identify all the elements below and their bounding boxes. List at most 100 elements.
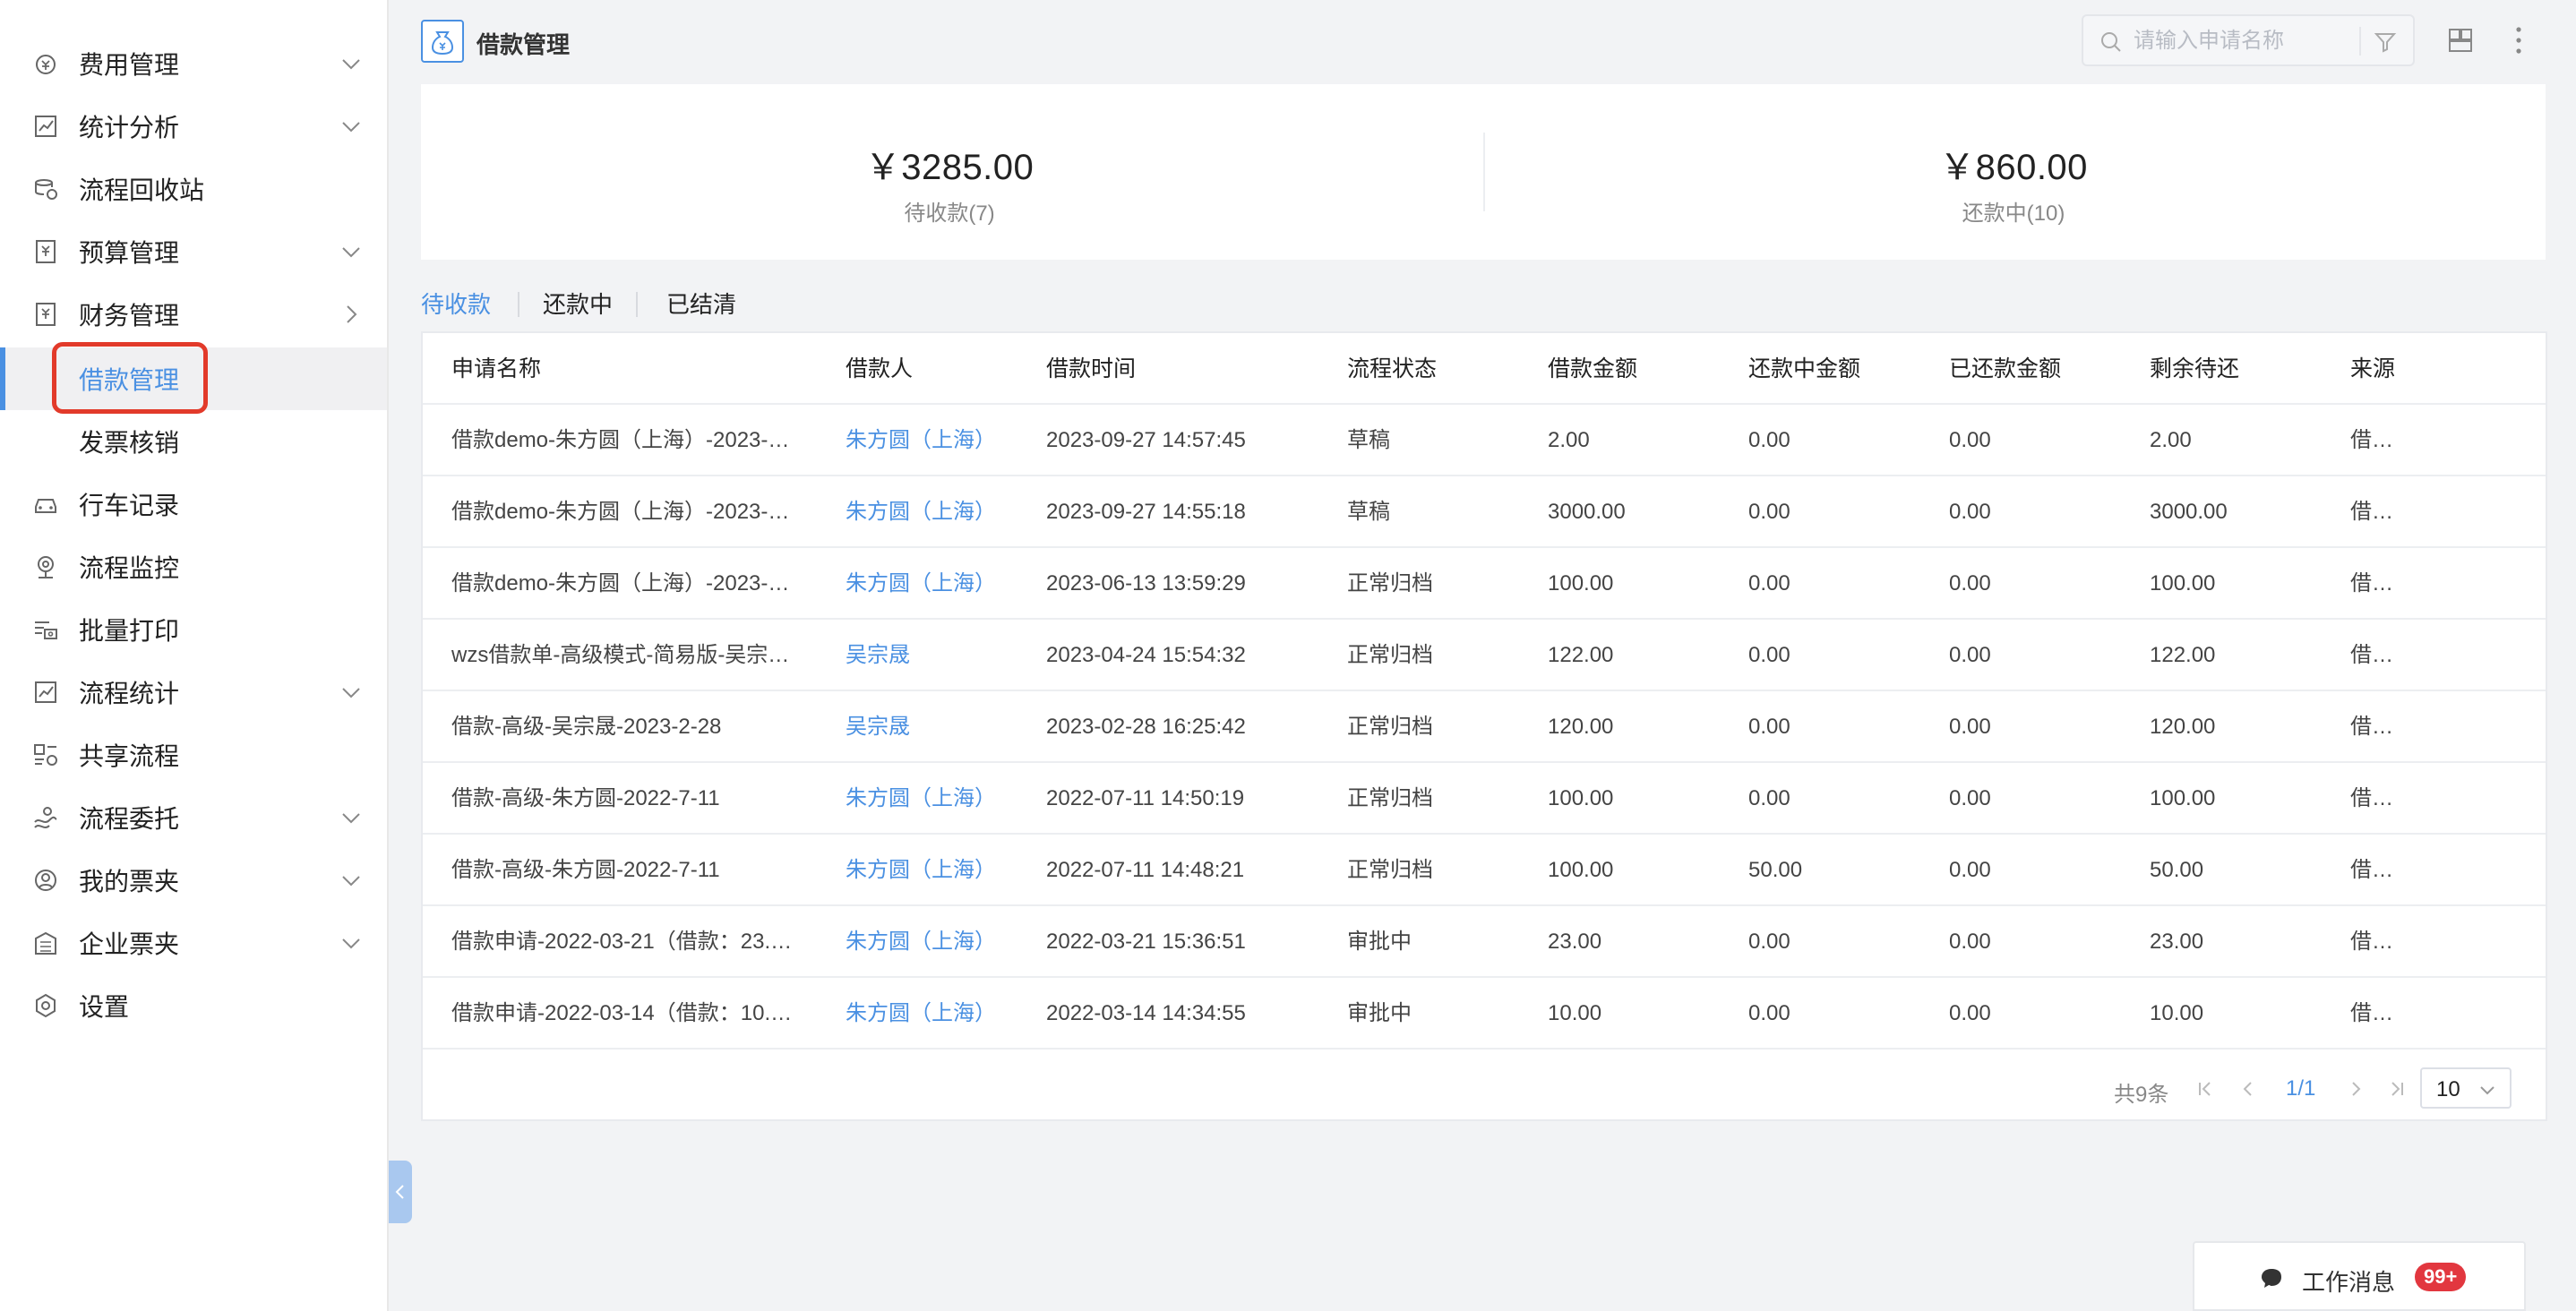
- table-row[interactable]: 借款-高级-朱方圆-2022-7-11 朱方圆（上海） 2022-07-11 14:…: [423, 835, 2546, 906]
- sidebar-item-loan-management[interactable]: 借款管理: [0, 347, 387, 410]
- repaid-amount-cell: 0.00: [1949, 500, 1991, 524]
- column-header[interactable]: 已还款金额: [1949, 333, 2061, 405]
- table-row[interactable]: 借款申请-2022-03-21（借款：23.… 朱方圆（上海） 2022-03-21…: [423, 906, 2546, 978]
- filter-icon[interactable]: [2374, 30, 2397, 54]
- borrower-cell[interactable]: 朱方圆（上海）: [846, 476, 996, 548]
- borrower-cell[interactable]: 朱方圆（上海）: [846, 906, 996, 978]
- application-name-cell: 借款demo-朱方圆（上海）-2023-…: [451, 571, 790, 596]
- table-row[interactable]: 借款demo-朱方圆（上海）-2023-… 朱方圆（上海） 2023-09-27 1…: [423, 405, 2546, 476]
- sidebar-collapse-handle[interactable]: [389, 1161, 412, 1223]
- layout-icon[interactable]: [2447, 27, 2474, 54]
- sidebar-item-batch-print[interactable]: 批量打印: [0, 598, 387, 661]
- loan-table: 申请名称 借款人 借款时间 流程状态 借款金额 还款中金额 已还款金额 剩余待还…: [421, 331, 2547, 1121]
- sidebar-item-label: 共享流程: [79, 742, 180, 770]
- search-box[interactable]: [2082, 14, 2415, 66]
- column-header[interactable]: 剩余待还: [2150, 333, 2239, 405]
- borrower-cell[interactable]: 朱方圆（上海）: [846, 978, 996, 1050]
- borrower-cell[interactable]: 吴宗晟: [846, 620, 910, 691]
- sidebar-item-process-delegate[interactable]: 流程委托: [0, 786, 387, 849]
- repaying-label: 还款中(10): [1962, 201, 2065, 226]
- pagination: 共9条 1/1 10: [423, 1057, 2546, 1119]
- table-row[interactable]: wzs借款单-高级模式-简易版-吴宗… 吴宗晟 2023-04-24 15:54:3…: [423, 620, 2546, 691]
- borrower-cell[interactable]: 朱方圆（上海）: [846, 405, 996, 476]
- tab-repaying[interactable]: 还款中: [543, 287, 613, 320]
- chevron-down-icon: [342, 938, 360, 949]
- summary-pending[interactable]: ￥3285.00 待收款(7): [421, 138, 1478, 227]
- last-page-icon[interactable]: [2388, 1080, 2406, 1098]
- sidebar-item-process-stats[interactable]: 流程统计: [0, 661, 387, 724]
- table-row[interactable]: 借款demo-朱方圆（上海）-2023-… 朱方圆（上海） 2023-06-13 1…: [423, 548, 2546, 620]
- loan-time-cell: 2023-09-27 14:57:45: [1046, 428, 1246, 452]
- table-row[interactable]: 借款申请-2022-03-14（借款：10.… 朱方圆（上海） 2022-03-14…: [423, 978, 2546, 1050]
- repaid-amount-cell: 0.00: [1949, 571, 1991, 596]
- column-header[interactable]: 借款人: [846, 333, 913, 405]
- borrower-cell[interactable]: 朱方圆（上海）: [846, 763, 996, 835]
- page-size-value: 10: [2436, 1077, 2460, 1101]
- repaying-amount-cell: 0.00: [1748, 786, 1790, 810]
- sidebar-item-my-ticket-folder[interactable]: 我的票夹: [0, 849, 387, 912]
- source-cell: 借…: [2350, 930, 2393, 954]
- work-message-button[interactable]: 工作消息 99+: [2193, 1241, 2526, 1311]
- sidebar-item-settings[interactable]: 设置: [0, 974, 387, 1037]
- remaining-cell: 100.00: [2150, 571, 2216, 596]
- table-row[interactable]: 借款-高级-朱方圆-2022-7-11 朱方圆（上海） 2022-07-11 14:…: [423, 763, 2546, 835]
- page-size-select[interactable]: 10: [2420, 1067, 2512, 1109]
- prev-page-icon[interactable]: [2239, 1080, 2257, 1098]
- repaying-amount: ￥860.00: [1939, 148, 2088, 187]
- sidebar-item-budget[interactable]: 预算管理: [0, 220, 387, 283]
- column-header[interactable]: 借款时间: [1046, 333, 1136, 405]
- sidebar-item-expense[interactable]: 费用管理: [0, 32, 387, 95]
- sidebar-item-recycle-bin[interactable]: 流程回收站: [0, 158, 387, 220]
- sidebar-item-label: 流程委托: [79, 805, 180, 833]
- source-cell: 借…: [2350, 428, 2393, 452]
- sidebar: 费用管理 统计分析 流程回收站 预算管理 财务管理 借款管理 发票核销 行车记录: [0, 0, 389, 1311]
- status-cell: 审批中: [1347, 930, 1412, 954]
- sidebar-item-analytics[interactable]: 统计分析: [0, 95, 387, 158]
- borrower-cell[interactable]: 朱方圆（上海）: [846, 548, 996, 620]
- column-header[interactable]: 借款金额: [1548, 333, 1637, 405]
- column-header[interactable]: 流程状态: [1347, 333, 1437, 405]
- recycle-icon: [35, 179, 57, 200]
- loan-time-cell: 2022-07-11 14:50:19: [1046, 786, 1245, 810]
- table-row[interactable]: 借款demo-朱方圆（上海）-2023-… 朱方圆（上海） 2023-09-27 1…: [423, 476, 2546, 548]
- repaid-amount-cell: 0.00: [1949, 715, 1991, 739]
- chevron-down-icon: [342, 59, 360, 70]
- table-row[interactable]: 借款-高级-吴宗晟-2023-2-28 吴宗晟 2023-02-28 16:25:4…: [423, 691, 2546, 763]
- sidebar-item-driving-records[interactable]: 行车记录: [0, 473, 387, 536]
- sidebar-item-finance[interactable]: 财务管理: [0, 283, 387, 346]
- application-name-cell: 借款申请-2022-03-21（借款：23.…: [451, 930, 793, 954]
- source-cell: 借…: [2350, 715, 2393, 739]
- monitor-icon: [38, 556, 54, 578]
- more-icon[interactable]: [2513, 25, 2524, 56]
- sidebar-item-shared-process[interactable]: 共享流程: [0, 724, 387, 786]
- loan-time-cell: 2023-04-24 15:54:32: [1046, 643, 1246, 667]
- pagination-current: 1/1: [2286, 1076, 2316, 1101]
- search-input[interactable]: [2134, 23, 2348, 59]
- summary-repaying[interactable]: ￥860.00 还款中(10): [1485, 138, 2542, 227]
- borrower-cell[interactable]: 朱方圆（上海）: [846, 835, 996, 906]
- sidebar-item-invoice-writeoff[interactable]: 发票核销: [0, 410, 387, 473]
- tab-pending[interactable]: 待收款: [421, 287, 491, 320]
- sidebar-item-process-monitor[interactable]: 流程监控: [0, 536, 387, 598]
- first-page-icon[interactable]: [2196, 1080, 2214, 1098]
- column-header[interactable]: 来源: [2350, 333, 2395, 405]
- loan-amount-cell: 10.00: [1548, 1001, 1602, 1025]
- source-cell: 借…: [2350, 571, 2393, 596]
- next-page-icon[interactable]: [2347, 1080, 2365, 1098]
- chevron-down-icon: [342, 813, 360, 824]
- loan-time-cell: 2023-06-13 13:59:29: [1046, 571, 1246, 596]
- remaining-cell: 10.00: [2150, 1001, 2204, 1025]
- application-name-cell: 借款-高级-吴宗晟-2023-2-28: [451, 715, 722, 739]
- sidebar-item-enterprise-ticket-folder[interactable]: 企业票夹: [0, 912, 387, 974]
- column-header[interactable]: 申请名称: [451, 333, 541, 405]
- tab-settled[interactable]: 已结清: [666, 287, 736, 320]
- borrower-cell[interactable]: 吴宗晟: [846, 691, 910, 763]
- sidebar-item-label: 流程回收站: [79, 176, 205, 204]
- chevron-right-icon: [347, 305, 357, 323]
- sidebar-item-label: 设置: [79, 993, 130, 1021]
- column-header[interactable]: 还款中金额: [1748, 333, 1860, 405]
- loan-time-cell: 2022-07-11 14:48:21: [1046, 858, 1245, 882]
- status-cell: 审批中: [1347, 1001, 1412, 1025]
- car-icon: [35, 499, 56, 513]
- loan-time-cell: 2023-09-27 14:55:18: [1046, 500, 1246, 524]
